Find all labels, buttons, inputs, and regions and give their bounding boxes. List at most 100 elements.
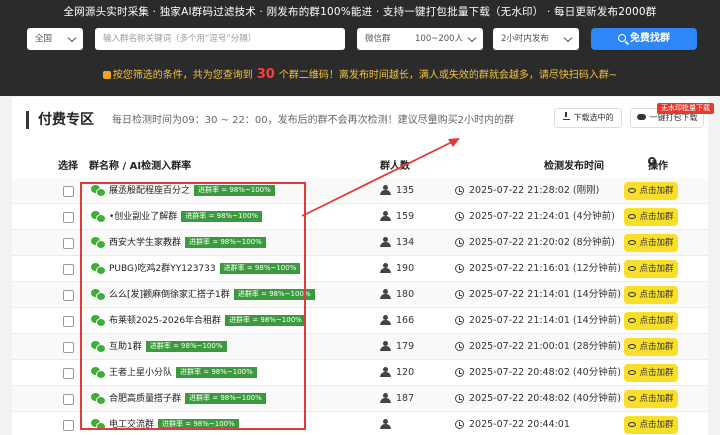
users-icon xyxy=(380,315,391,325)
notice-prefix: 按您筛选的条件，共为您查询到 xyxy=(112,70,253,81)
row-checkbox[interactable] xyxy=(63,368,74,379)
result-notice: 按您筛选的条件，共为您查询到 30 个群二维码！离发布时间越长，满人或失效的群就会越… xyxy=(0,66,720,82)
join-group-button[interactable]: 点击加群 xyxy=(624,338,678,356)
member-count: 179 xyxy=(396,341,415,352)
wechat-icon xyxy=(91,367,106,379)
join-label: 点击加群 xyxy=(639,420,674,430)
group-name: 布莱顿2025-2026年合租群 进群率 = 98%~100% xyxy=(109,314,306,328)
join-label: 点击加群 xyxy=(639,238,674,248)
free-search-button[interactable]: 免费找群 xyxy=(591,28,697,50)
search-icon xyxy=(618,34,626,42)
region-select[interactable]: 全国 xyxy=(27,28,83,50)
clock-icon xyxy=(455,394,464,403)
join-group-button[interactable]: 点击加群 xyxy=(624,208,678,226)
rate-badge: 进群率 = 98%~100% xyxy=(219,263,301,274)
join-group-button[interactable]: 点击加群 xyxy=(624,286,678,304)
clock-icon xyxy=(455,420,464,429)
rate-badge: 进群率 = 98%~100% xyxy=(185,393,266,404)
table-row: PUBG)吃鸡2群YY123733 进群率 = 98%~100% 190 2025-0… xyxy=(12,256,708,282)
group-name: 合肥高质量搭子群 进群率 = 98%~100% xyxy=(109,392,266,406)
table-row: 么么[发]颧麻倒徐家汇搭子1群 进群率 = 98%~100% 180 2025-07-… xyxy=(12,282,708,308)
table-row: 展丞殷配程座百分之 进群率 = 98%~100% 135 2025-07-22 21:… xyxy=(12,178,708,204)
join-group-button[interactable]: 点击加群 xyxy=(624,312,678,330)
group-name: PUBG)吃鸡2群YY123733 进群率 = 98%~100% xyxy=(109,262,301,276)
join-label: 点击加群 xyxy=(639,264,674,274)
type-select-value: 微信群 xyxy=(365,34,391,44)
users-icon xyxy=(380,263,391,273)
member-count: 134 xyxy=(396,237,415,248)
member-count: 180 xyxy=(396,289,415,300)
wechat-icon xyxy=(91,393,106,405)
join-group-button[interactable]: 点击加群 xyxy=(624,364,678,382)
group-name-text: 西安大学生家教群 xyxy=(109,238,182,248)
rate-badge: 进群率 = 98%~100% xyxy=(181,211,263,222)
row-checkbox[interactable] xyxy=(63,342,74,353)
header-action-label: 操作 xyxy=(648,161,668,172)
row-checkbox[interactable] xyxy=(63,186,74,197)
group-table-body: 展丞殷配程座百分之 进群率 = 98%~100% 135 2025-07-22 21:… xyxy=(12,178,708,435)
row-checkbox[interactable] xyxy=(63,264,74,275)
join-group-button[interactable]: 点击加群 xyxy=(624,260,678,278)
users-icon xyxy=(380,419,391,429)
member-count: 190 xyxy=(396,263,415,274)
eye-icon xyxy=(628,422,637,427)
row-checkbox[interactable] xyxy=(63,316,74,327)
group-name-text: 么么[发]颧麻倒徐家汇搭子1群 xyxy=(109,290,230,300)
eye-icon xyxy=(628,370,637,375)
wechat-icon xyxy=(91,211,106,223)
group-name-text: 互助1群 xyxy=(109,342,142,352)
chevron-down-icon xyxy=(67,33,77,43)
group-name-text: 布莱顿2025-2026年合租群 xyxy=(109,316,222,326)
download-selected-button[interactable]: 下载选中的 xyxy=(554,108,622,128)
row-checkbox[interactable] xyxy=(63,420,74,431)
group-name: •创业副业了解群 进群率 = 98%~100% xyxy=(109,210,263,224)
clock-icon xyxy=(455,316,464,325)
join-group-button[interactable]: 点击加群 xyxy=(624,234,678,252)
join-label: 点击加群 xyxy=(639,212,674,222)
eye-icon xyxy=(628,214,637,219)
size-select-value: 100~200人 xyxy=(415,34,464,44)
table-header: 选择 群名称 / AI检测入群率 群人数 检测发布时间 操作 xyxy=(12,157,708,173)
eye-icon xyxy=(628,396,637,401)
rate-badge: 进群率 = 98%~100% xyxy=(145,341,227,352)
publish-time: 2025-07-22 21:14:01 (14分钟前) xyxy=(469,315,621,326)
row-checkbox[interactable] xyxy=(63,212,74,223)
table-row: 王者上星小分队 进群率 = 98%~100% 120 2025-07-22 20:48… xyxy=(12,360,708,386)
group-name-text: 合肥高质量搭子群 xyxy=(109,394,182,404)
row-checkbox[interactable] xyxy=(63,290,74,301)
eye-icon xyxy=(628,344,637,349)
table-row: •创业副业了解群 进群率 = 98%~100% 159 2025-07-22 21:2… xyxy=(12,204,708,230)
eye-icon xyxy=(628,266,637,271)
speaker-icon xyxy=(102,71,111,79)
clock-icon xyxy=(455,186,464,195)
join-label: 点击加群 xyxy=(639,368,674,378)
member-count: 135 xyxy=(396,185,415,196)
rate-badge: 进群率 = 98%~100% xyxy=(233,289,315,300)
join-group-button[interactable]: 点击加群 xyxy=(624,182,678,200)
join-group-button[interactable]: 点击加群 xyxy=(624,390,678,408)
time-select[interactable]: 2小时内发布 xyxy=(493,28,579,50)
row-checkbox[interactable] xyxy=(63,238,74,249)
size-select[interactable]: 100~200人 xyxy=(407,28,483,50)
group-name-text: 展丞殷配程座百分之 xyxy=(109,186,191,196)
keyword-input[interactable]: 输入群名称关键词（多个用“逗号”分隔） xyxy=(95,28,345,50)
table-row: 互助1群 进群率 = 98%~100% 179 2025-07-22 21:00:01… xyxy=(12,334,708,360)
users-icon xyxy=(380,393,391,403)
table-row: 合肥高质量搭子群 进群率 = 98%~100% 187 2025-07-22 20:4… xyxy=(12,386,708,412)
table-row: 电工交流群 进群率 = 98%~100% 2025-07-22 20:44:01 点击… xyxy=(12,412,708,435)
join-label: 点击加群 xyxy=(639,290,674,300)
region-select-value: 全国 xyxy=(35,34,53,44)
join-group-button[interactable]: 点击加群 xyxy=(624,416,678,434)
wechat-icon xyxy=(91,419,106,431)
group-name: 电工交流群 进群率 = 98%~100% xyxy=(109,418,239,432)
section-title: 付费专区 xyxy=(38,112,94,128)
wechat-icon xyxy=(91,237,106,249)
download-all-label: 一键打包下载 xyxy=(649,113,698,122)
group-name-text: 电工交流群 xyxy=(109,420,155,430)
row-checkbox[interactable] xyxy=(63,394,74,405)
rate-badge: 进群率 = 98%~100% xyxy=(194,185,275,196)
clock-icon xyxy=(455,368,464,377)
users-icon xyxy=(380,367,391,377)
time-select-value: 2小时内发布 xyxy=(501,34,549,44)
cloud-download-icon xyxy=(636,114,646,120)
